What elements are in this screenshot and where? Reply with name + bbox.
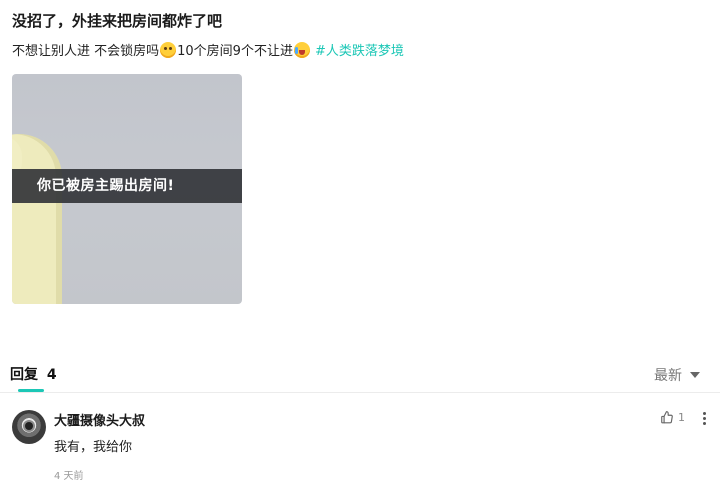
image-caption-banner: 你已被房主踢出房间!: [12, 169, 242, 203]
post-body-text-2: 10个房间9个不让进: [177, 44, 293, 59]
sort-dropdown[interactable]: 最新: [654, 365, 700, 385]
chevron-down-icon: [690, 372, 700, 378]
more-options-icon[interactable]: [700, 408, 708, 428]
post-image[interactable]: 你已被房主踢出房间!: [12, 74, 242, 304]
comment-username[interactable]: 大疆摄像头大叔: [54, 410, 145, 429]
like-count: 1: [678, 410, 685, 424]
crying-face-emoji-icon: [293, 41, 310, 58]
comment-timestamp: 4 天前: [54, 471, 84, 482]
post-body: 不想让别人进 不会锁房吗 10个房间9个不让进 #人类跌落梦境: [12, 40, 404, 59]
shaking-face-emoji-icon: [160, 41, 177, 58]
divider: [0, 392, 720, 393]
replies-label: 回复: [10, 367, 38, 383]
replies-tab[interactable]: 回复 4: [10, 364, 57, 384]
like-button[interactable]: 1: [660, 410, 685, 424]
replies-count: 4: [46, 367, 57, 383]
post-title: 没招了，外挂来把房间都炸了吧: [12, 12, 223, 30]
sort-label: 最新: [654, 368, 682, 384]
comment-text: 我有，我给你: [54, 440, 133, 455]
thumbs-up-icon: [661, 411, 673, 424]
avatar[interactable]: [12, 410, 46, 444]
post-body-text-1: 不想让别人进 不会锁房吗: [12, 44, 160, 59]
hashtag-link[interactable]: #人类跌落梦境: [315, 40, 404, 59]
